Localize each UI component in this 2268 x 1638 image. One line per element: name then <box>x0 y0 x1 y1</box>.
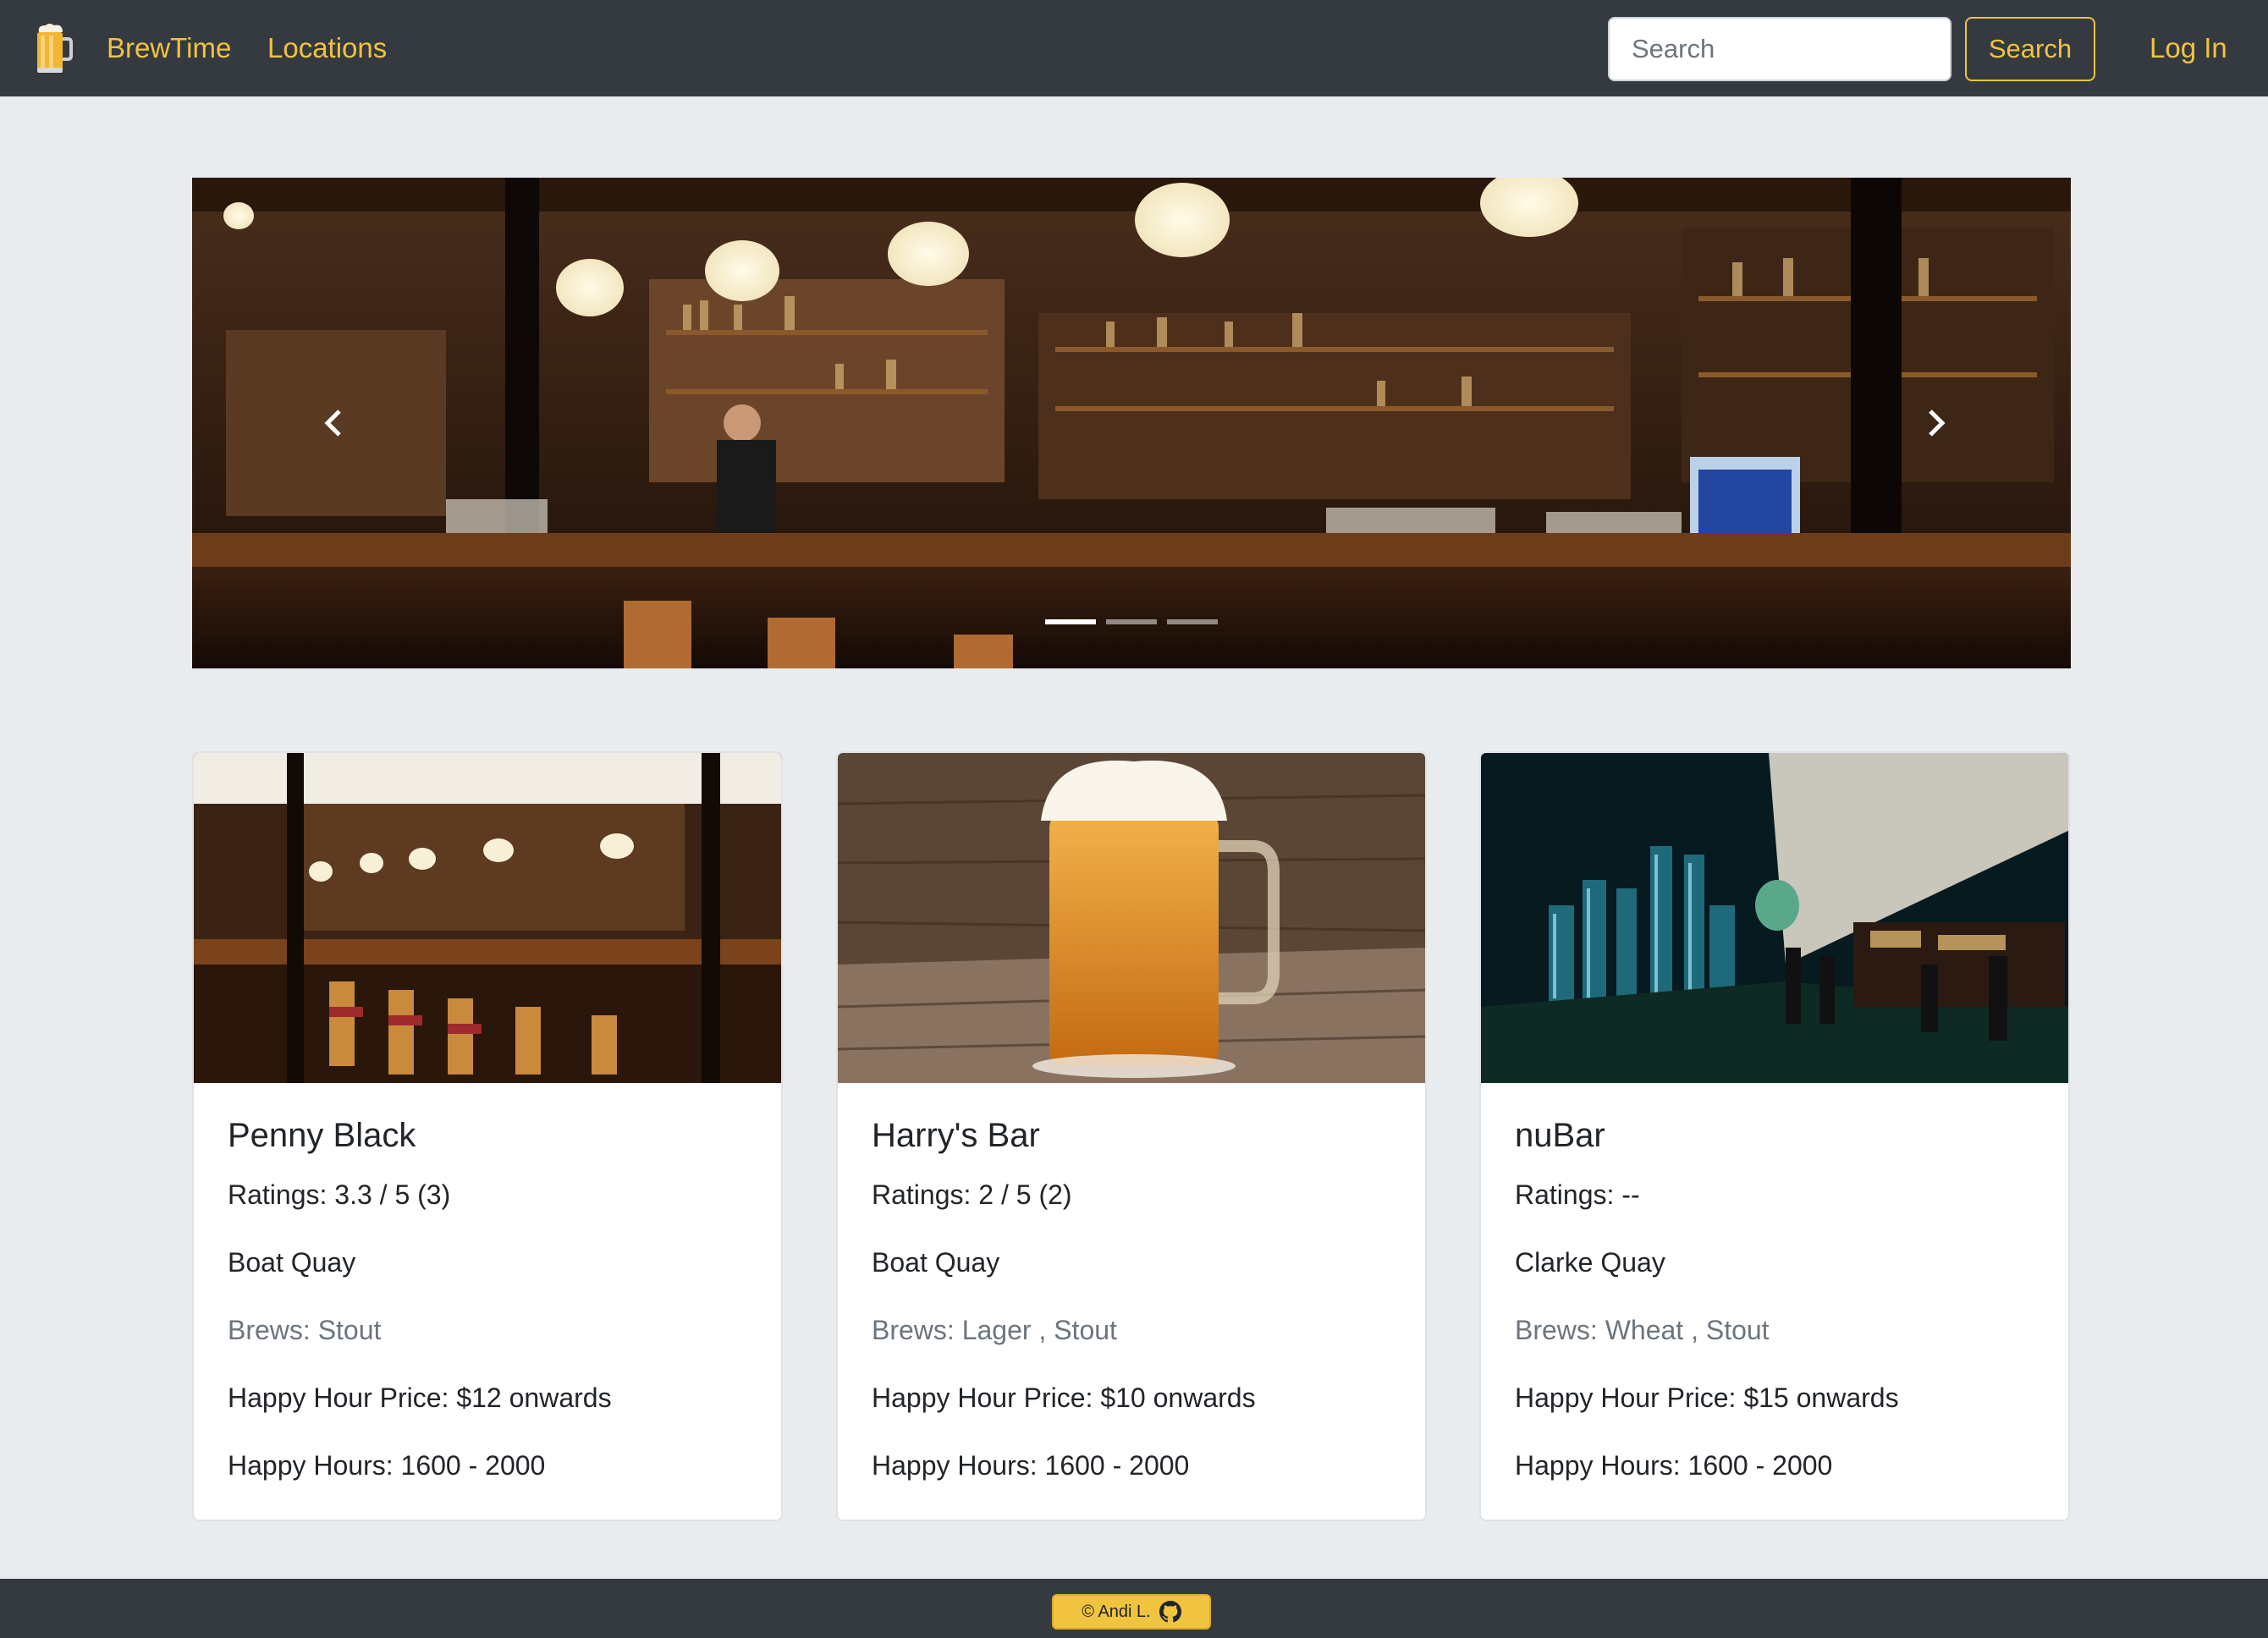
bar-card[interactable]: Harry's Bar Ratings: 2 / 5 (2) Boat Quay… <box>836 751 1427 1521</box>
bar-card[interactable]: Penny Black Ratings: 3.3 / 5 (3) Boat Qu… <box>192 751 783 1521</box>
bar-card-ratings: Ratings: 2 / 5 (2) <box>872 1179 1072 1210</box>
bar-card-title[interactable]: nuBar <box>1515 1115 2034 1156</box>
bar-card-ratings: Ratings: 3.3 / 5 (3) <box>228 1179 451 1210</box>
footer-credit-text: © Andi L. <box>1082 1602 1151 1621</box>
bar-card-ratings: Ratings: -- <box>1515 1179 1640 1210</box>
bar-card-price: Happy Hour Price: $10 onwards <box>872 1382 1256 1413</box>
beer-mug-icon[interactable] <box>32 22 73 74</box>
bar-card-hours: Happy Hours: 1600 - 2000 <box>1515 1450 1833 1481</box>
carousel-indicator-2[interactable] <box>1106 619 1157 624</box>
bar-card-location: Clarke Quay <box>1515 1247 1665 1278</box>
chevron-right-icon <box>1929 410 1946 437</box>
bar-card[interactable]: nuBar Ratings: -- Clarke Quay Brews: Whe… <box>1479 751 2070 1521</box>
bar-card-image[interactable] <box>194 753 781 1083</box>
brand-link[interactable]: BrewTime <box>107 29 231 68</box>
nav-locations-link[interactable]: Locations <box>267 29 387 68</box>
bar-card-price: Happy Hour Price: $12 onwards <box>228 1382 612 1413</box>
bar-card-location: Boat Quay <box>872 1247 1000 1278</box>
bar-card-title[interactable]: Harry's Bar <box>872 1115 1391 1156</box>
bar-card-location: Boat Quay <box>228 1247 356 1278</box>
carousel-indicator-3[interactable] <box>1167 619 1218 624</box>
carousel-indicators <box>192 619 2071 624</box>
hero-carousel <box>192 178 2071 668</box>
bar-card-brews: Brews: Wheat , Stout <box>1515 1315 1770 1345</box>
chevron-left-icon <box>324 410 341 437</box>
login-link[interactable]: Log In <box>2150 29 2227 68</box>
carousel-next-button[interactable] <box>1902 389 1969 457</box>
search-input[interactable] <box>1608 17 1951 81</box>
bar-card-price: Happy Hour Price: $15 onwards <box>1515 1382 1899 1413</box>
bar-card-image[interactable] <box>838 753 1425 1083</box>
footer-credit-button[interactable]: © Andi L. <box>1052 1594 1211 1630</box>
carousel-prev-button[interactable] <box>300 389 368 457</box>
bar-card-title[interactable]: Penny Black <box>228 1115 747 1156</box>
bar-card-brews: Brews: Stout <box>228 1315 382 1345</box>
bar-card-hours: Happy Hours: 1600 - 2000 <box>872 1450 1190 1481</box>
github-icon <box>1159 1601 1181 1623</box>
search-button[interactable]: Search <box>1965 17 2095 81</box>
footer: © Andi L. <box>0 1579 2268 1638</box>
bar-card-hours: Happy Hours: 1600 - 2000 <box>228 1450 546 1481</box>
carousel-slide-image <box>192 178 2071 668</box>
bar-card-image[interactable] <box>1481 753 2068 1083</box>
carousel-indicator-1[interactable] <box>1045 619 1096 624</box>
navbar: BrewTime Locations Search Log In <box>0 0 2268 96</box>
bar-card-brews: Brews: Lager , Stout <box>872 1315 1117 1345</box>
